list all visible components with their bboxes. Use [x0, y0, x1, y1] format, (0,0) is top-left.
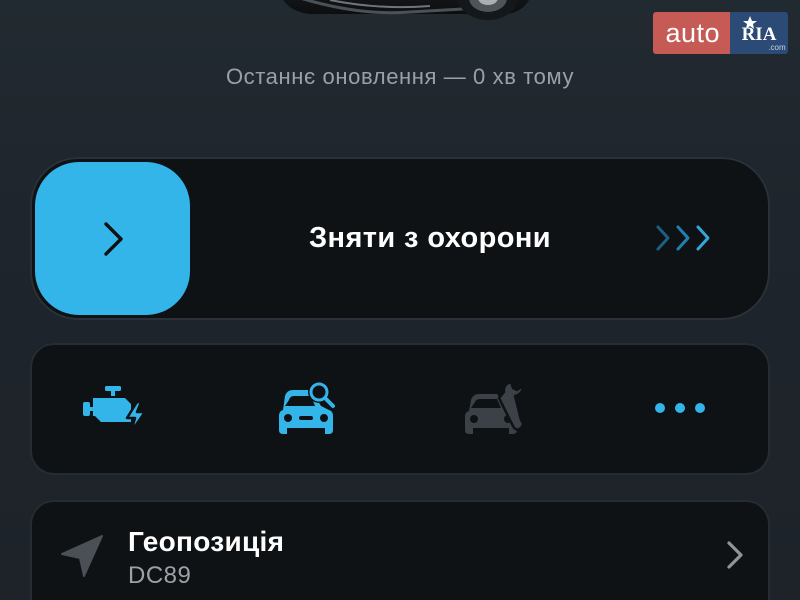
quick-actions-panel	[30, 343, 770, 475]
geoposition-subtitle: DC89	[128, 562, 192, 589]
car-alarm-screen: auto RIA .com Останнє оновлення — 0 хв т…	[0, 0, 800, 600]
car-search-icon	[279, 381, 335, 434]
engine-start-icon	[83, 386, 147, 434]
triple-chevron-right-icon	[656, 225, 710, 251]
watermark-ria-logo: RIA .com	[742, 16, 786, 52]
watermark-auto: auto	[653, 12, 730, 54]
watermark-ria-text: RIA	[742, 24, 777, 45]
geoposition-title: Геопозиція	[128, 526, 285, 557]
engine-start-button[interactable]	[78, 373, 154, 443]
car-image	[283, 0, 530, 20]
chevron-right-icon	[727, 541, 743, 569]
location-arrow-icon	[61, 535, 103, 577]
car-service-icon	[465, 380, 525, 434]
car-search-button[interactable]	[268, 373, 344, 443]
car-service-button[interactable]	[458, 373, 534, 443]
chevron-right-icon	[103, 221, 123, 256]
watermark-ria-sub: .com	[768, 43, 786, 52]
more-button[interactable]	[642, 373, 718, 443]
disarm-slider[interactable]: Зняти з охорони	[30, 157, 770, 320]
more-icon	[655, 403, 705, 413]
geoposition-card[interactable]: Геопозиція DC89	[30, 500, 770, 600]
autoria-watermark: auto RIA .com	[653, 12, 788, 54]
slider-label: Зняти з охорони	[308, 222, 552, 254]
watermark-ria: RIA .com	[730, 12, 788, 54]
last-update-text: Останнє оновлення — 0 хв тому	[225, 64, 575, 89]
slider-knob[interactable]	[35, 162, 190, 315]
